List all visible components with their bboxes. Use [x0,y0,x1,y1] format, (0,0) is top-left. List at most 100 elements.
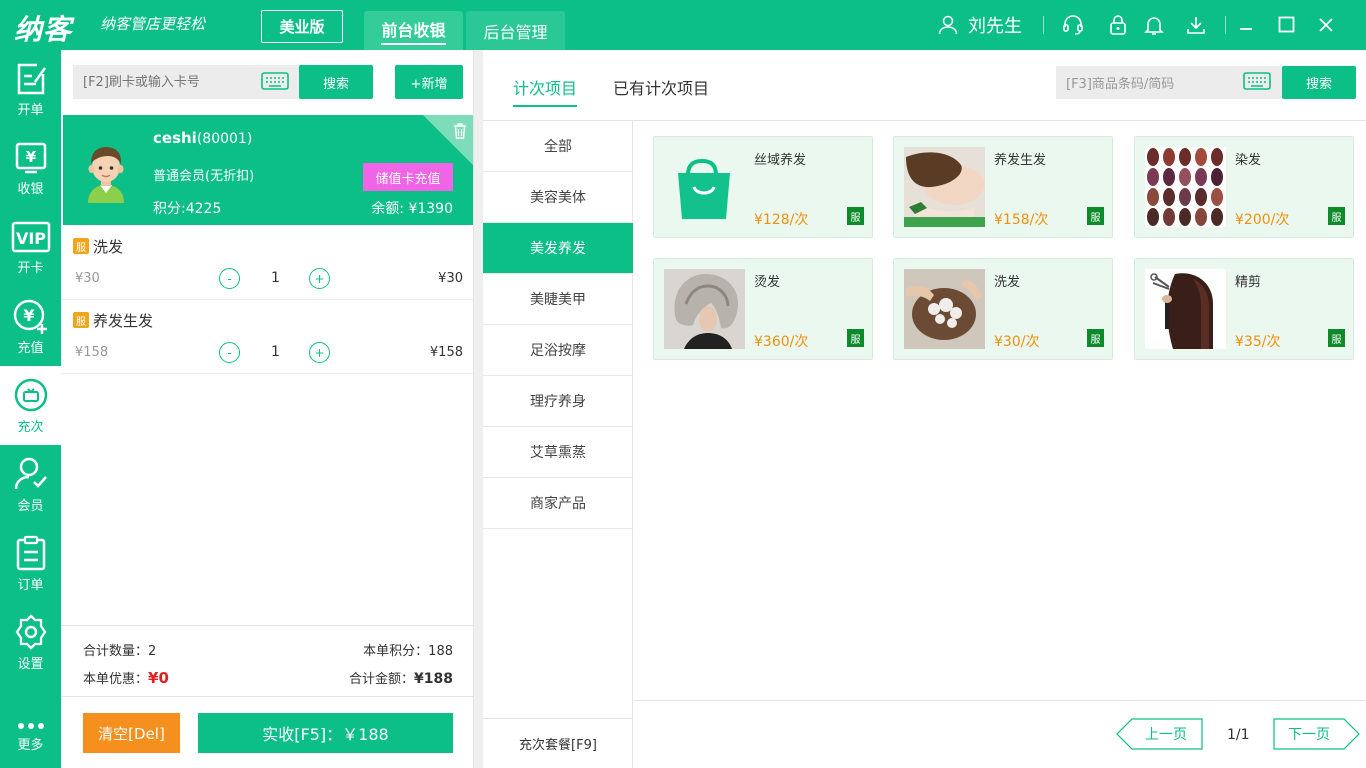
stored-card-recharge-button[interactable]: 储值卡充值 [363,163,453,191]
user-name: 刘先生 [968,12,1022,38]
category-hair-care[interactable]: 美发养发 [483,223,633,274]
pagination: 上一页 1/1 下一页 [634,701,1366,768]
download-icon[interactable] [1185,14,1207,36]
category-lash-nail[interactable]: 美睫美甲 [483,274,633,325]
prev-page-button[interactable]: 上一页 [1116,718,1204,750]
pay-button[interactable]: 实收[F5]：￥188 [198,713,453,753]
bill-icon [13,62,49,96]
product-card[interactable]: 烫发 ¥360/次 服 [653,258,873,360]
maximize-icon[interactable] [1278,16,1295,33]
category-merchant-products[interactable]: 商家产品 [483,478,633,529]
svg-text:¥: ¥ [25,148,36,166]
perm-hair-image [664,269,745,349]
svg-text:VIP: VIP [15,229,45,248]
sidebar: 开单 ¥ 收银 VIP 开卡 ¥ 充值 充次 会员 订单 设置 更多 [0,50,61,768]
card-search-button[interactable]: 搜索 [299,65,373,99]
tab-backend-admin[interactable]: 后台管理 [466,11,565,50]
product-name: 养发生发 [994,149,1046,168]
order-discount: 本单优惠：¥0 [83,668,169,687]
keyboard-icon[interactable] [1243,72,1271,90]
product-price: ¥158/次 [994,209,1048,229]
product-card[interactable]: 养发生发 ¥158/次 服 [893,136,1113,238]
package-button[interactable]: 充次套餐[F9] [483,718,633,768]
service-badge: 服 [847,207,864,225]
sidebar-item-settings[interactable]: 设置 [0,603,61,682]
hair-wash-image [904,269,985,349]
sidebar-item-bill[interactable]: 开单 [0,50,61,129]
vip-icon: VIP [11,220,51,254]
product-card[interactable]: 染发 ¥200/次 服 [1134,136,1354,238]
decrease-qty-button[interactable]: - [219,268,240,289]
order-icon [14,535,48,571]
headset-icon[interactable] [1062,14,1084,36]
product-name: 染发 [1235,149,1261,168]
item-price: ¥30 [75,271,100,286]
sidebar-item-order[interactable]: 订单 [0,524,61,603]
cashier-icon: ¥ [13,141,49,175]
product-name: 丝域养发 [754,149,806,168]
user-menu[interactable]: 刘先生 [938,12,1022,38]
minimize-icon[interactable] [1238,17,1254,33]
category-list: 全部 美容美体 美发养发 美睫美甲 足浴按摩 理疗养身 艾草熏蒸 商家产品 充次… [483,121,633,768]
lock-icon[interactable] [1108,14,1128,36]
next-page-label: 下一页 [1288,727,1330,743]
recharge-times-icon [13,377,49,413]
item-total: ¥158 [430,345,463,360]
product-tabs: 计次项目 已有计次项目 [F3]商品条码/简码 搜索 [483,50,1366,121]
close-icon[interactable] [1318,17,1334,33]
product-card[interactable]: 精剪 ¥35/次 服 [1134,258,1354,360]
product-card[interactable]: 丝域养发 ¥128/次 服 [653,136,873,238]
tab-front-cashier[interactable]: 前台收银 [364,11,463,50]
service-badge: 服 [847,329,864,347]
page-info: 1/1 [1227,727,1250,743]
sidebar-item-recharge[interactable]: ¥ 充值 [0,287,61,366]
member-icon [13,456,49,492]
svg-text:¥: ¥ [23,306,34,325]
category-beauty-body[interactable]: 美容美体 [483,172,633,223]
order-summary: 合计数量：2 本单积分：188 本单优惠：¥0 合计金额：¥188 [61,625,473,697]
tab-count-items[interactable]: 计次项目 [513,75,577,107]
member-card: ceshi(80001) 普通会员(无折扣) 储值卡充值 积分:4225 余额:… [63,115,473,225]
top-bar: 纳客 纳客管店更轻松 美业版 前台收银 后台管理 刘先生 [0,0,1366,50]
bell-icon[interactable] [1144,14,1164,36]
product-card[interactable]: 洗发 ¥30/次 服 [893,258,1113,360]
increase-qty-button[interactable]: + [309,342,330,363]
tab-existing-count-items[interactable]: 已有计次项目 [613,75,709,99]
sidebar-item-recharge-times[interactable]: 充次 [0,366,61,445]
category-all[interactable]: 全部 [483,121,633,172]
member-card-no: (80001) [197,131,252,147]
avatar [81,143,131,203]
goods-search-button[interactable]: 搜索 [1282,66,1356,99]
sidebar-item-member[interactable]: 会员 [0,445,61,524]
shopping-bag-icon [664,147,745,227]
item-price: ¥158 [75,345,108,360]
trash-icon[interactable] [453,123,467,139]
clear-button[interactable]: 清空[Del] [83,713,180,753]
keyboard-icon[interactable] [261,72,289,90]
decrease-qty-button[interactable]: - [219,342,240,363]
sidebar-item-vip[interactable]: VIP 开卡 [0,208,61,287]
product-price: ¥128/次 [754,209,808,229]
sidebar-item-more[interactable]: 更多 [0,705,61,768]
sidebar-item-cashier[interactable]: ¥ 收银 [0,129,61,208]
item-qty[interactable]: 1 [271,270,280,286]
member-points: 积分:4225 [153,198,221,218]
increase-qty-button[interactable]: + [309,268,330,289]
category-foot-massage[interactable]: 足浴按摩 [483,325,633,376]
member-name: ceshi(80001) [153,129,252,147]
category-therapy[interactable]: 理疗养身 [483,376,633,427]
hair-color-swatches-image [1145,147,1226,227]
service-badge: 服 [1087,329,1104,347]
list-item: 服 养发生发 ¥158 - 1 + ¥158 [61,300,473,374]
next-page-button[interactable]: 下一页 [1273,718,1361,750]
product-name: 洗发 [994,271,1020,290]
item-qty[interactable]: 1 [271,344,280,360]
user-icon [938,15,958,35]
product-price: ¥30/次 [994,331,1039,351]
category-moxa-steam[interactable]: 艾草熏蒸 [483,427,633,478]
product-name: 烫发 [754,271,780,290]
order-total: 合计金额：¥188 [349,668,453,687]
order-panel: 搜索 +新增 ceshi(80001) 普通会员(无折扣) 储值卡充值 积分:4… [61,50,474,768]
product-price: ¥200/次 [1235,209,1289,229]
add-member-button[interactable]: +新增 [395,65,463,99]
